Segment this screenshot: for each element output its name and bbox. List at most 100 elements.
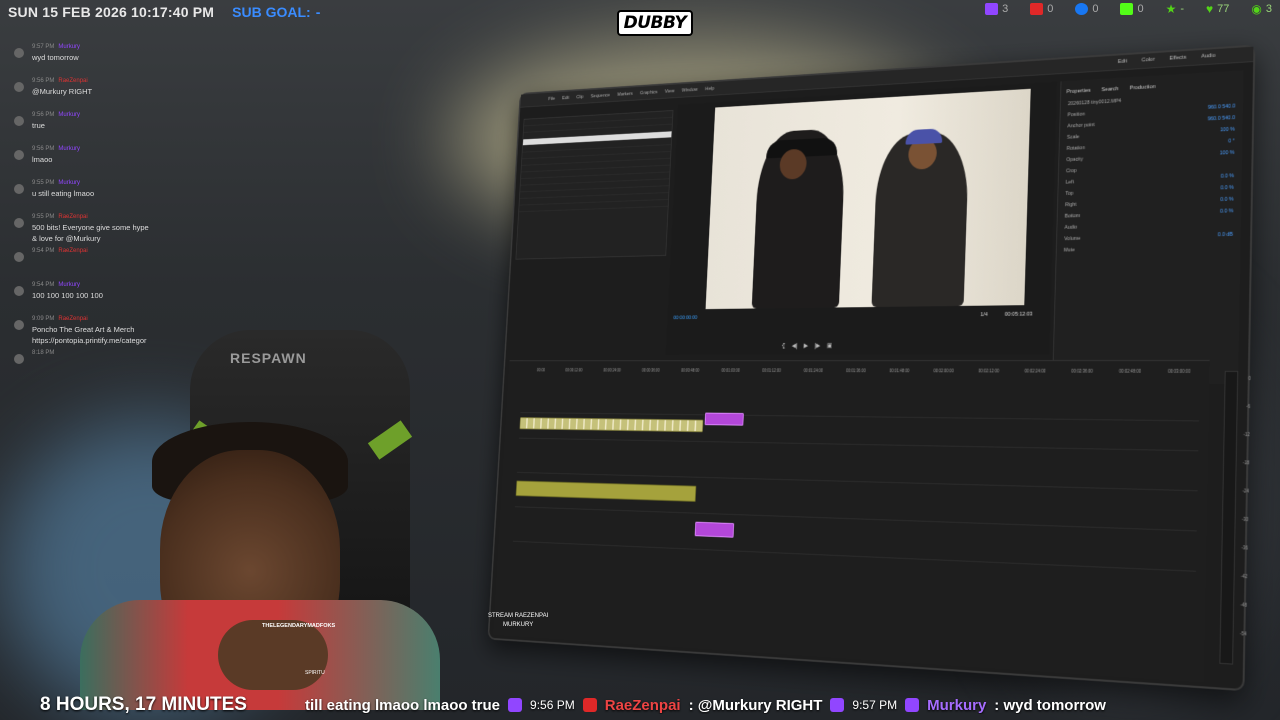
- audio-clip[interactable]: [515, 480, 697, 502]
- datetime: SUN 15 FEB 2026 10:17:40 PM: [8, 4, 215, 20]
- chat-username: Murkury: [58, 179, 81, 186]
- chat-message-meta: 9:56 PM RaeZenpai: [32, 75, 154, 86]
- property-label: Audio: [1064, 224, 1078, 231]
- ticker-text: : wyd tomorrow: [994, 696, 1106, 714]
- sub-goal-label: SUB GOAL:: [232, 4, 311, 20]
- star-count: -: [1180, 3, 1185, 15]
- chat-username: RaeZenpai: [58, 315, 88, 322]
- menu-item[interactable]: Graphics: [640, 89, 658, 95]
- chat-timestamp: 9:55 PM: [32, 213, 55, 220]
- camera-icon[interactable]: ▣: [827, 342, 833, 349]
- track-v1: [518, 437, 1199, 452]
- workspace-tab[interactable]: Edit: [1118, 59, 1127, 65]
- property-value[interactable]: 0.0 %: [1221, 173, 1234, 179]
- menu-item[interactable]: Window: [682, 87, 698, 93]
- meter-label: -30: [1241, 516, 1249, 523]
- ruler-tick: 00:01:36:00: [846, 368, 866, 374]
- ticker-time: 9:56 PM: [530, 698, 575, 712]
- facebook-icon: [1075, 3, 1089, 15]
- step-forward-icon[interactable]: |▶: [814, 342, 820, 349]
- property-value[interactable]: 100 %: [1220, 127, 1235, 134]
- meter-label: -6: [1246, 403, 1251, 410]
- avatar: [14, 286, 24, 296]
- avatar: [14, 184, 24, 194]
- property-value[interactable]: 0.0 %: [1220, 185, 1233, 191]
- timeline-ruler[interactable]: 00:00 00:00:12:00 00:00:24:00 00:00:36:00 00…: [537, 368, 1191, 379]
- meter-label: -42: [1240, 573, 1248, 580]
- chat-username: Murkury: [58, 111, 81, 118]
- chat-username: RaeZenpai: [58, 213, 88, 220]
- property-value[interactable]: 0.0 %: [1220, 197, 1234, 203]
- meter-label: -24: [1242, 488, 1249, 494]
- stream-label-line-1: STREAM RAEZENPAI: [488, 613, 549, 619]
- ruler-tick: 00:01:48:00: [889, 368, 910, 374]
- ruler-tick: 00:02:12:00: [978, 368, 1000, 374]
- meter-label: -48: [1240, 602, 1247, 608]
- property-value[interactable]: 0.0 %: [1220, 208, 1234, 214]
- property-label: Bottom: [1064, 213, 1081, 220]
- title-clip[interactable]: [704, 412, 744, 426]
- ticker-time: 9:57 PM: [852, 698, 898, 712]
- avatar: [14, 82, 24, 92]
- ticker-text: : @Murkury RIGHT: [688, 696, 823, 714]
- chat-text: u still eating lmaoo: [32, 189, 95, 198]
- program-timecode[interactable]: 00:00:00:00: [673, 315, 697, 321]
- mark-in-icon[interactable]: ⦃: [781, 342, 785, 349]
- workspace-tab[interactable]: Effects: [1169, 55, 1186, 62]
- property-value[interactable]: 0.0 dB: [1218, 232, 1233, 238]
- property-value[interactable]: 100 %: [1220, 150, 1235, 156]
- project-panel[interactable]: [515, 110, 674, 260]
- menu-item[interactable]: File: [548, 96, 555, 101]
- timeline-panel[interactable]: 00:00 00:00:12:00 00:00:24:00 00:00:36:00 00…: [493, 360, 1251, 683]
- facebook-count: 0: [1092, 3, 1099, 15]
- ruler-tick: 00:00:24:00: [603, 368, 621, 373]
- menu-item[interactable]: Clip: [576, 94, 584, 99]
- zoom-level[interactable]: 1/4: [980, 312, 987, 318]
- effects-tab[interactable]: Search: [1101, 86, 1118, 93]
- sequence-duration: 00:05:12:03: [1004, 311, 1033, 318]
- ticker-username: Murkury: [927, 696, 987, 714]
- ticker-text: till eating lmaoo lmaoo true: [305, 696, 501, 714]
- menu-item[interactable]: Markers: [617, 91, 633, 97]
- transport-controls: ⦃ ◀| ▶ |▶ ▣: [781, 342, 833, 350]
- viewers-count: 3: [1265, 3, 1272, 15]
- youtube-counter: 0: [1030, 3, 1053, 15]
- chat-message-meta: 9:56 PM Murkury: [32, 143, 154, 154]
- kick-count: 0: [1137, 3, 1144, 15]
- property-label: Opacity: [1066, 156, 1084, 164]
- property-label: Mute: [1063, 247, 1075, 254]
- track-a3: [512, 540, 1196, 572]
- effects-tab[interactable]: Properties: [1066, 88, 1090, 95]
- play-icon[interactable]: ▶: [804, 342, 809, 349]
- menu-item[interactable]: Help: [705, 86, 715, 92]
- viewers-counter: ◉ 3: [1251, 2, 1272, 16]
- chat-username: Murkury: [58, 145, 81, 152]
- property-label: Volume: [1064, 235, 1081, 243]
- ticker-username: RaeZenpai: [604, 696, 681, 714]
- ruler-tick: 00:01:24:00: [803, 368, 823, 373]
- kick-counter: 0: [1120, 3, 1144, 15]
- property-value[interactable]: 960.0 540.0: [1208, 115, 1236, 122]
- menu-item[interactable]: View: [665, 88, 675, 94]
- property-value[interactable]: 0 °: [1228, 138, 1235, 144]
- workspace-tab[interactable]: Audio: [1201, 53, 1215, 60]
- chat-username: RaeZenpai: [58, 77, 88, 84]
- heart-counter: ♥ 77: [1206, 2, 1229, 16]
- avatar: [14, 320, 24, 330]
- workspace-tab[interactable]: Color: [1142, 57, 1155, 63]
- audio-clip-2[interactable]: [694, 521, 735, 538]
- video-preview: [705, 88, 1031, 310]
- avatar: [14, 116, 24, 126]
- property-label: Rotation: [1066, 145, 1085, 152]
- chat-message-meta: 9:09 PM RaeZenpai: [32, 313, 154, 324]
- video-clip[interactable]: [519, 417, 704, 433]
- effects-tab[interactable]: Production: [1129, 84, 1155, 91]
- property-value[interactable]: 960.0 540.0: [1208, 104, 1236, 111]
- youtube-count: 0: [1047, 3, 1054, 15]
- menu-item[interactable]: Sequence: [591, 93, 611, 99]
- sub-goal-value: -: [315, 4, 321, 20]
- step-back-icon[interactable]: ◀|: [792, 342, 798, 349]
- ruler-tick: 00:03:00:00: [1167, 368, 1191, 374]
- menu-item[interactable]: Edit: [562, 95, 570, 100]
- avatar: [14, 354, 24, 364]
